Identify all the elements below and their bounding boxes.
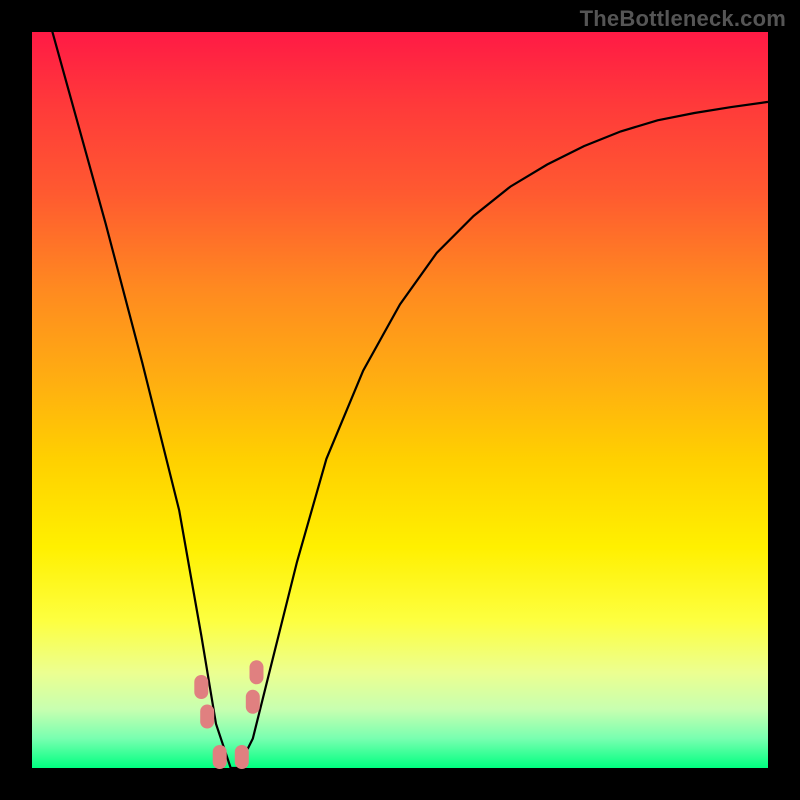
watermark-text: TheBottleneck.com xyxy=(580,6,786,32)
curve-marker xyxy=(246,690,260,714)
chart-plot-area xyxy=(32,32,768,768)
curve-marker xyxy=(235,745,249,769)
curve-marker xyxy=(213,745,227,769)
chart-frame: TheBottleneck.com xyxy=(0,0,800,800)
marker-group xyxy=(194,660,263,769)
curve-marker xyxy=(250,660,264,684)
curve-marker xyxy=(200,705,214,729)
bottleneck-curve xyxy=(32,0,768,768)
chart-svg xyxy=(32,32,768,768)
curve-marker xyxy=(194,675,208,699)
